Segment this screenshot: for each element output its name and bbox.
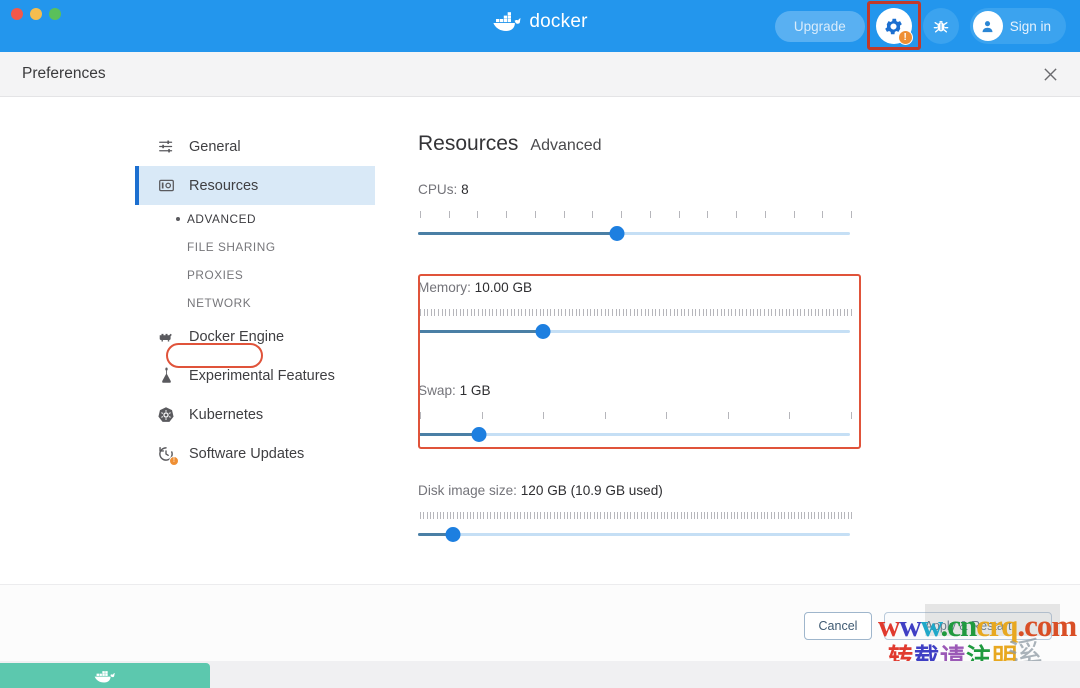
swap-track-fill [418,433,479,436]
memory-tick-marks [420,309,852,318]
sidebar-item-label: Experimental Features [189,367,335,384]
memory-slider-knob[interactable] [535,324,551,339]
sidebar-subitem-label: NETWORK [187,296,252,310]
sidebar-subitem-label: FILE SHARING [187,240,276,254]
close-window-button[interactable] [11,8,23,20]
sidebar-item-kubernetes[interactable]: Kubernetes [135,395,375,434]
slider-group-disk-image-size: Disk image size: 120 GB (10.9 GB used) [418,483,863,543]
sidebar-item-label: General [189,138,241,155]
memory-value: 10.00 GB [474,280,533,295]
title-bar: docker Upgrade ! Sign in [0,0,1080,52]
cpus-label-prefix: CPUs: [418,182,462,197]
sidebar-subitem-proxies[interactable]: PROXIES [135,261,375,289]
resources-advanced-panel: Resources Advanced CPUs: 8 Memory: 10.00… [418,132,863,569]
disk-image-size-slider[interactable] [418,527,850,543]
swap-slider-knob[interactable] [471,427,486,442]
resources-icon [155,175,177,197]
sidebar-item-software-updates[interactable]: ! Software Updates [135,434,375,473]
sidebar-item-label: Kubernetes [189,406,264,423]
cpus-track-fill [418,232,617,235]
minimize-window-button[interactable] [30,8,42,20]
bug-icon [933,20,949,33]
cpus-slider[interactable] [418,226,850,242]
panel-heading: Resources Advanced [418,132,863,156]
close-icon [1043,67,1057,81]
bullet-icon [176,217,180,221]
sign-in-label: Sign in [1009,18,1051,34]
panel-subtitle: Advanced [530,137,602,154]
swap-value: 1 GB [459,383,491,398]
window-controls [11,8,61,20]
close-preferences-button[interactable] [1037,61,1063,87]
memory-slider[interactable] [418,324,850,340]
sidebar-item-label: Software Updates [189,445,305,462]
disk-label-prefix: Disk image size: [418,483,521,498]
disk-tick-marks [420,512,852,521]
cancel-button[interactable]: Cancel [804,612,872,640]
docker-desktop-window: docker Upgrade ! Sign in Preferences Gen… [0,0,1080,688]
sidebar-item-general[interactable]: General [135,127,375,166]
cpus-value: 8 [461,182,469,197]
slider-group-cpus: CPUs: 8 [418,182,863,242]
flask-icon [155,365,177,387]
cpus-slider-knob[interactable] [609,226,625,241]
sidebar-subitem-advanced[interactable]: ADVANCED [135,205,375,233]
upgrade-button[interactable]: Upgrade [774,10,865,42]
update-alert-badge: ! [169,455,179,466]
kubernetes-helm-icon [155,404,177,426]
sidebar-subitem-label: ADVANCED [187,212,257,226]
titlebar-actions: Upgrade ! Sign in [774,1,1066,50]
swap-label-prefix: Swap: [418,383,460,398]
sliders-icon [155,136,177,158]
dock-docker-tile[interactable] [0,663,210,688]
engine-icon [155,326,177,348]
swap-tick-marks [420,412,852,421]
sidebar-subitem-network[interactable]: NETWORK [135,289,375,317]
sidebar-subitem-label: PROXIES [187,268,244,282]
disk-track [418,533,850,536]
settings-gear-wrapper: ! [866,1,921,50]
apply-and-restart-button[interactable]: Apply & Restart [884,612,1052,640]
docker-brand: docker [492,10,587,33]
troubleshoot-button[interactable] [922,8,959,44]
docker-whale-icon [94,671,115,683]
memory-label: Memory: 10.00 GB [418,280,863,295]
disk-slider-knob[interactable] [445,527,461,542]
avatar [972,11,1003,41]
sidebar-item-label: Docker Engine [189,328,285,345]
sidebar-item-resources[interactable]: Resources [135,166,375,205]
docker-whale-icon [493,12,521,31]
memory-track-fill [418,330,544,333]
swap-label: Swap: 1 GB [418,383,863,398]
panel-title: Resources [418,132,519,155]
memory-label-prefix: Memory: [418,280,475,295]
disk-image-size-label: Disk image size: 120 GB (10.9 GB used) [418,483,863,498]
slider-group-memory: Memory: 10.00 GB [418,280,863,340]
sidebar-item-label: Resources [189,177,259,194]
cpus-tick-marks [420,211,852,220]
preferences-header: Preferences [0,52,1080,97]
swap-slider[interactable] [418,427,850,443]
clock-update-icon: ! [155,443,179,466]
preferences-sidebar: General Resources ADVANCED FILE SHARING [135,127,375,473]
disk-value: 120 GB (10.9 GB used) [520,483,663,498]
sidebar-item-experimental-features[interactable]: Experimental Features [135,356,375,395]
zoom-window-button[interactable] [49,8,61,20]
sidebar-subitem-file-sharing[interactable]: FILE SHARING [135,233,375,261]
slider-group-swap: Swap: 1 GB [418,383,863,443]
sidebar-item-docker-engine[interactable]: Docker Engine [135,317,375,356]
brand-label: docker [529,10,588,32]
user-avatar-icon [982,20,993,32]
sign-in-button[interactable]: Sign in [969,8,1066,44]
preferences-body: General Resources ADVANCED FILE SHARING [0,97,1080,584]
settings-alert-badge: ! [897,30,913,45]
cpus-label: CPUs: 8 [418,182,863,197]
page-title: Preferences [22,65,106,82]
